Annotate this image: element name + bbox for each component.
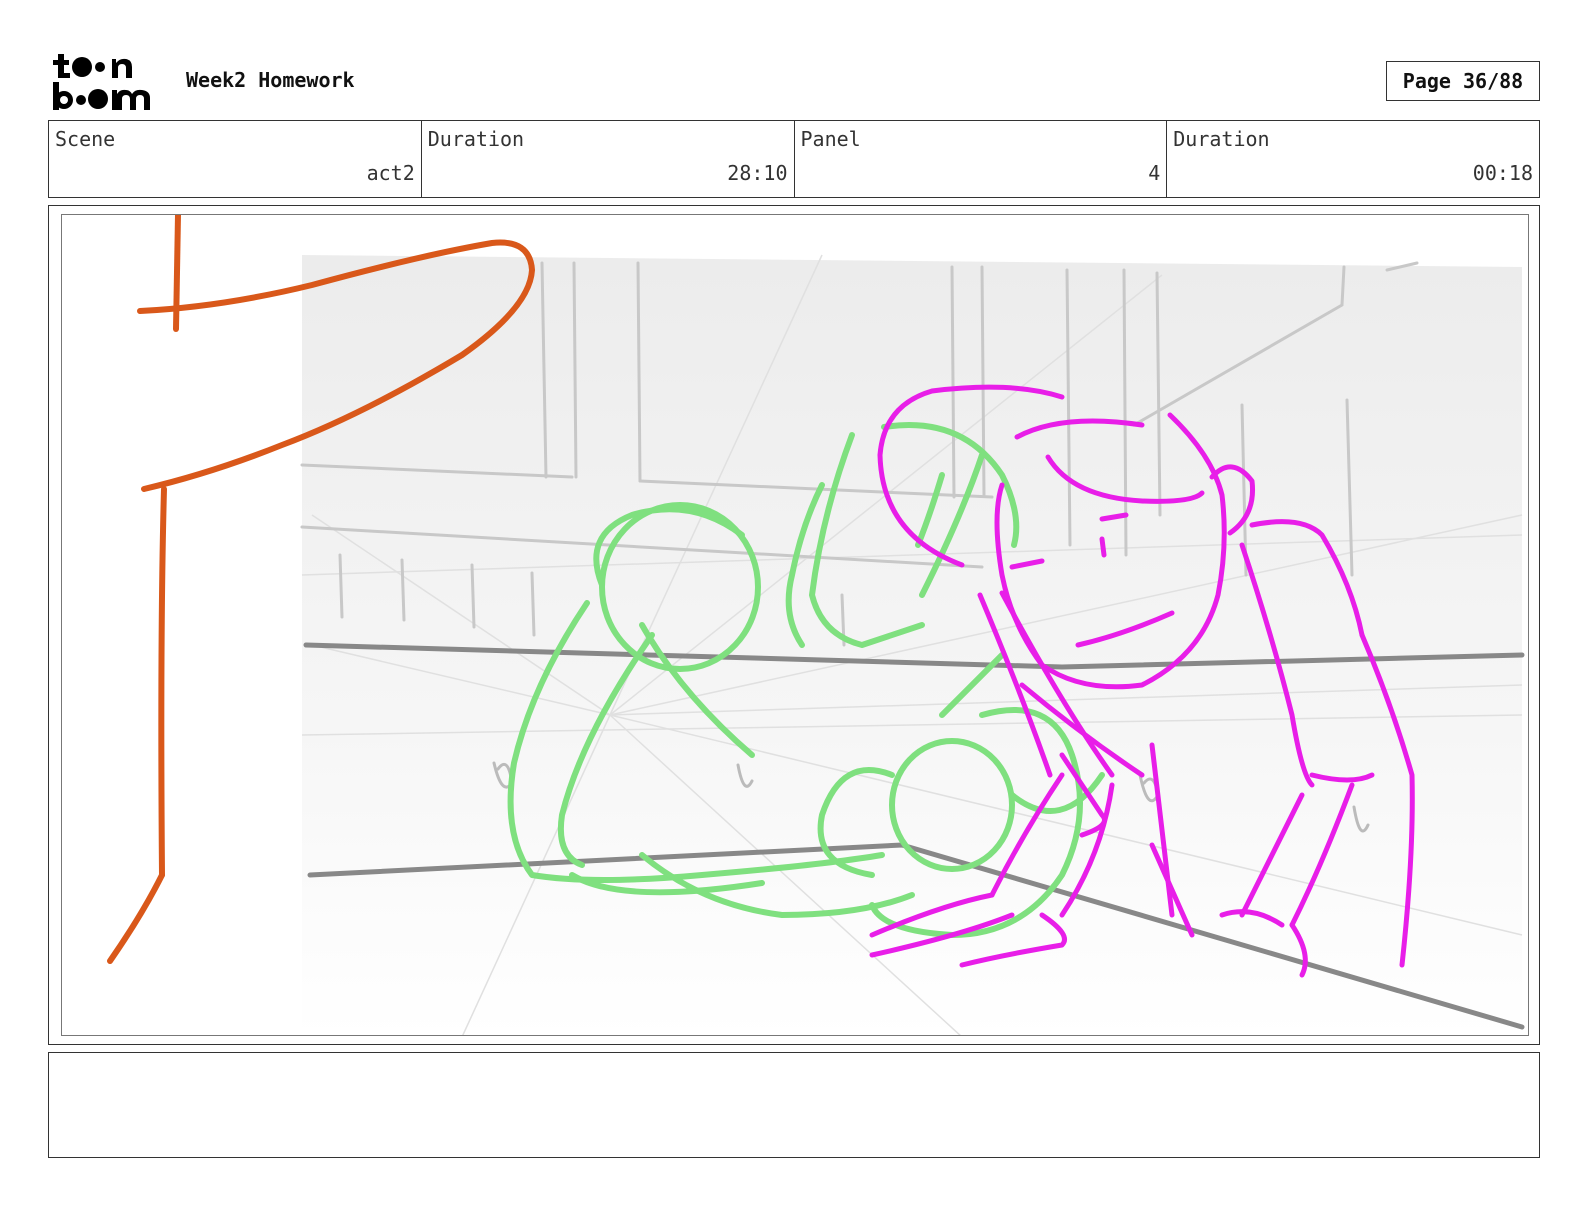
scene-label: Scene [55,127,116,151]
scene-cell: Scene act2 [49,121,422,197]
scene-value: act2 [366,161,415,185]
panel-cell: Panel 4 [795,121,1168,197]
scene-duration-label: Duration [427,127,525,151]
panel-value: 4 [1148,161,1161,185]
panel-notes-box [48,1052,1540,1158]
storyboard-panel-image [61,214,1529,1036]
scene-duration-cell: Duration 28:10 [422,121,795,197]
panel-duration-cell: Duration 00:18 [1167,121,1539,197]
toon-boom-logo [50,50,162,112]
panel-duration-value: 00:18 [1472,161,1533,185]
panel-duration-label: Duration [1173,127,1270,151]
scene-duration-value: 28:10 [727,161,788,185]
panel-label: Panel [800,127,861,151]
scene-info-row: Scene act2 Duration 28:10 Panel 4 Durati… [48,120,1540,198]
page-indicator: Page 36/88 [1386,61,1540,101]
storyboard-panel-frame [48,205,1540,1045]
document-title: Week2 Homework [186,68,355,92]
